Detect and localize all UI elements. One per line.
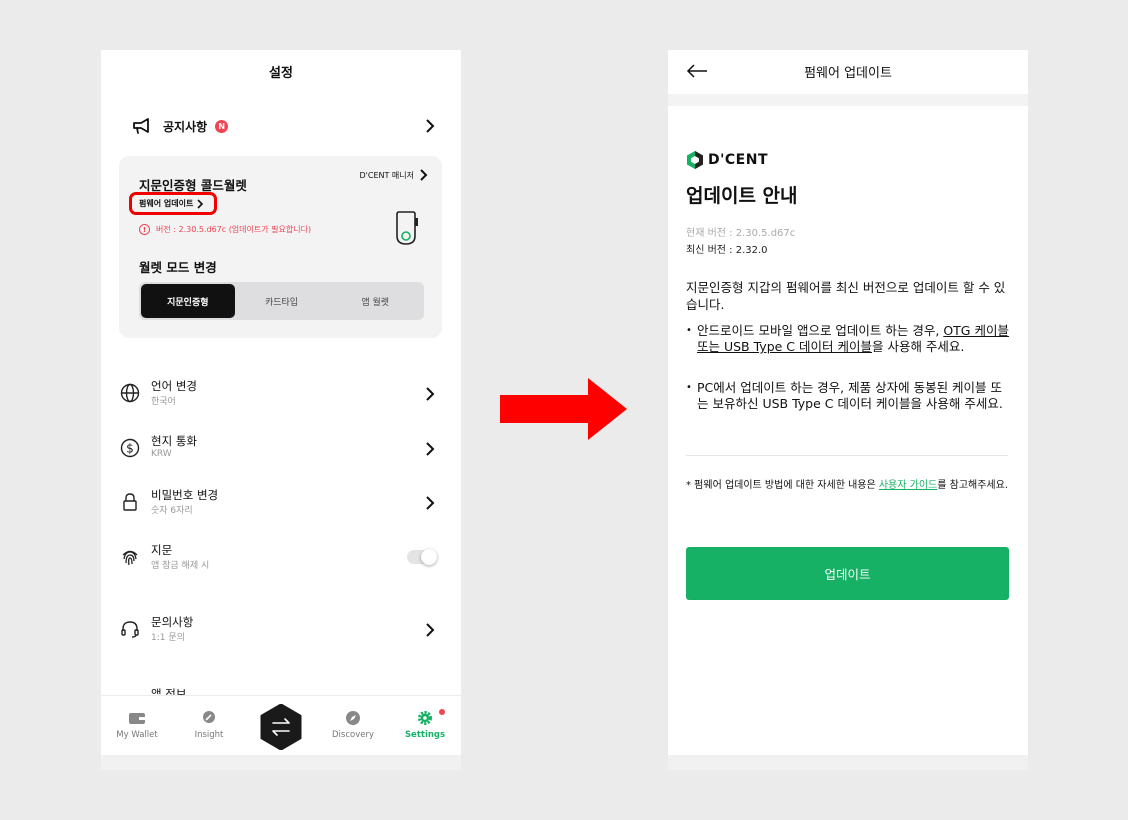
bullet-android-tail: 을 사용해 주세요.	[871, 339, 965, 354]
update-description: 지문인증형 지갑의 펌웨어를 최신 버전으로 업데이트 할 수 있습니다.	[686, 280, 1006, 312]
divider	[686, 455, 1008, 456]
guide-note-text: * 펌웨어 업데이트 방법에 대한 자세한 내용은	[686, 480, 879, 491]
bullet-pc: PC에서 업데이트 하는 경우, 제품 상자에 동봉된 케이블 또는 보유하신 …	[686, 380, 1011, 412]
currency-value: KRW	[151, 449, 172, 459]
password-row[interactable]: 비밀번호 변경 숫자 6자리	[119, 485, 437, 521]
nav-my-wallet-label: My Wallet	[116, 730, 158, 740]
dcent-logo-icon	[687, 151, 703, 169]
system-bar	[101, 755, 461, 770]
language-value: 한국어	[151, 397, 176, 407]
headset-icon	[121, 621, 139, 638]
latest-version: 최신 버전 : 2.32.0	[686, 245, 768, 256]
header-divider	[668, 94, 1028, 106]
bullet-android: 안드로이드 모바일 앱으로 업데이트 하는 경우, OTG 케이블 또는 USB…	[686, 323, 1011, 355]
device-icon	[396, 211, 418, 245]
fingerprint-value: 앱 잠금 해제 시	[151, 561, 210, 571]
arrow-right-icon	[500, 378, 627, 440]
wallet-mode-selector: 지문인증형 카드타입 앱 월렛	[139, 282, 424, 320]
notice-row[interactable]: 공지사항 N	[131, 114, 437, 138]
fingerprint-title: 지문	[151, 543, 173, 557]
globe-icon	[120, 383, 140, 403]
bottom-nav: My Wallet Insight Discovery Settings	[101, 695, 461, 755]
mode-fingerprint-tab[interactable]: 지문인증형	[141, 284, 235, 318]
firmware-update-label: 펌웨어 업데이트	[139, 199, 194, 208]
megaphone-icon	[133, 118, 149, 134]
dollar-icon: $	[120, 438, 140, 458]
language-row[interactable]: 언어 변경 한국어	[119, 376, 437, 412]
guide-note: * 펌웨어 업데이트 방법에 대한 자세한 내용은 사용자 가이드를 참고해주세…	[686, 478, 1011, 493]
mode-app-wallet-tab[interactable]: 앱 월렛	[328, 284, 422, 318]
bulb-icon	[203, 711, 215, 723]
dcent-logo: D'CENT	[686, 150, 768, 170]
currency-title: 현지 통화	[151, 434, 197, 448]
alert-icon: !	[139, 224, 150, 235]
password-value: 숫자 6자리	[151, 506, 193, 516]
gear-icon	[418, 711, 432, 725]
fingerprint-icon	[122, 550, 138, 566]
nav-discovery[interactable]: Discovery	[323, 710, 383, 740]
password-title: 비밀번호 변경	[151, 488, 219, 502]
notification-dot	[439, 709, 445, 715]
manager-link[interactable]: D'CENT 매니저	[360, 169, 429, 181]
nav-discovery-label: Discovery	[332, 730, 374, 740]
nav-insight[interactable]: Insight	[179, 710, 239, 740]
lock-icon	[123, 493, 137, 511]
guide-note-tail: 를 참고해주세요.	[937, 480, 1009, 491]
current-version: 현재 버전 : 2.30.5.d67c	[686, 228, 796, 239]
fingerprint-toggle[interactable]	[407, 549, 437, 565]
compass-icon	[346, 711, 360, 725]
bullet-android-text: 안드로이드 모바일 앱으로 업데이트 하는 경우,	[697, 323, 944, 338]
version-warning-text: 버전 : 2.30.5.d67c (업데이트가 필요합니다)	[156, 225, 312, 234]
currency-row[interactable]: $ 현지 통화 KRW	[119, 431, 437, 467]
inquiry-value: 1:1 문의	[151, 633, 185, 643]
language-title: 언어 변경	[151, 379, 197, 393]
nav-my-wallet[interactable]: My Wallet	[107, 710, 167, 740]
fingerprint-row: 지문 앱 잠금 해제 시	[119, 540, 437, 576]
mode-card-tab[interactable]: 카드타입	[235, 284, 329, 318]
chevron-right-icon	[426, 496, 435, 510]
nav-insight-label: Insight	[194, 730, 224, 740]
swap-button[interactable]	[258, 704, 304, 750]
manager-link-label: D'CENT 매니저	[359, 170, 415, 180]
nav-settings[interactable]: Settings	[395, 710, 455, 740]
settings-screen: 설정 공지사항 N 지문인증형 콜드월렛 D'CENT 매니저 펌웨어 업데이트…	[101, 50, 461, 770]
new-badge: N	[215, 119, 229, 133]
chevron-right-icon	[426, 442, 435, 456]
chevron-right-icon	[426, 119, 435, 133]
header-title: 펌웨어 업데이트	[804, 66, 892, 81]
wallet-mode-label: 월렛 모드 변경	[139, 260, 217, 275]
version-warning: ! 버전 : 2.30.5.d67c (업데이트가 필요합니다)	[139, 224, 311, 235]
system-bar	[668, 755, 1028, 770]
nav-settings-label: Settings	[404, 730, 446, 740]
user-guide-link[interactable]: 사용자 가이드	[879, 480, 937, 491]
firmware-update-screen: 펌웨어 업데이트 D'CENT 업데이트 안내 현재 버전 : 2.30.5.d…	[668, 50, 1028, 770]
inquiry-row[interactable]: 문의사항 1:1 문의	[119, 612, 437, 648]
chevron-right-icon	[426, 623, 435, 637]
wallet-card: 지문인증형 콜드월렛 D'CENT 매니저 펌웨어 업데이트 ! 버전 : 2.…	[119, 156, 442, 338]
chevron-right-icon	[197, 198, 204, 209]
page-title: 설정	[269, 66, 293, 81]
wallet-icon	[129, 713, 145, 724]
header: 펌웨어 업데이트	[668, 50, 1028, 94]
chevron-right-icon	[420, 169, 428, 181]
update-button[interactable]: 업데이트	[686, 547, 1009, 600]
update-heading: 업데이트 안내	[686, 185, 798, 207]
svg-text:$: $	[126, 442, 134, 456]
inquiry-title: 문의사항	[151, 615, 194, 629]
notice-label: 공지사항	[163, 119, 208, 134]
firmware-update-link[interactable]: 펌웨어 업데이트	[129, 192, 217, 215]
chevron-right-icon	[426, 387, 435, 401]
dcent-logo-text: D'CENT	[708, 152, 769, 168]
